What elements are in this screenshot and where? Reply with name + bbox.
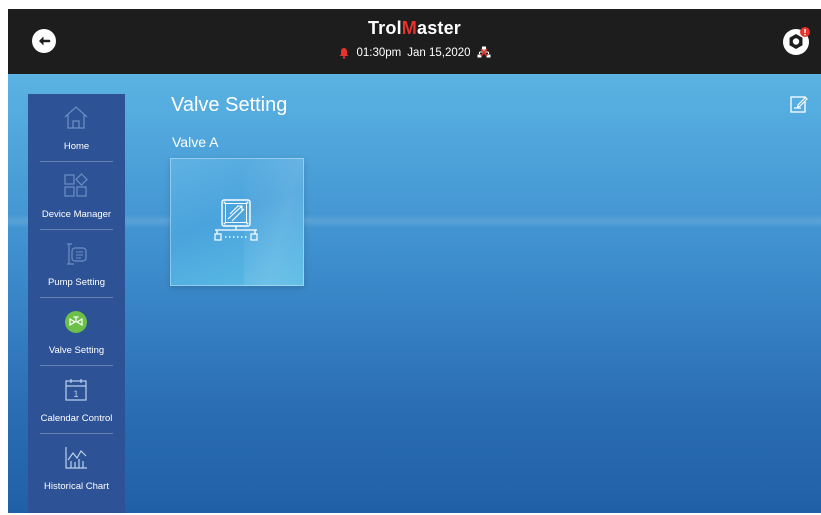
valve-a-card[interactable] xyxy=(170,158,304,286)
brand-m: M xyxy=(401,18,417,38)
calendar-day-number: 1 xyxy=(73,389,78,399)
device-manager-icon xyxy=(64,173,88,197)
pump-icon xyxy=(67,243,87,265)
current-time: 01:30pm xyxy=(356,46,402,59)
current-date: Jan 15,2020 xyxy=(407,46,471,59)
brand-logo: TrolMaster xyxy=(8,18,821,39)
app-frame: TrolMaster 01:30pm Jan 15,2020 Home Devi… xyxy=(8,9,821,513)
chart-icon xyxy=(65,447,87,469)
main-panel: Home Device Manager Pump Setting Valve S… xyxy=(8,74,821,513)
settings-button[interactable] xyxy=(781,26,811,56)
sidebar-item-label: Device Manager xyxy=(41,209,112,220)
sidebar-item-calendar-control[interactable]: 1 Calendar Control xyxy=(28,366,125,434)
page-title: Valve Setting xyxy=(171,94,288,116)
valve-device-icon xyxy=(214,199,258,241)
status-line: 01:30pm Jan 15,2020 xyxy=(8,46,821,59)
brand-suffix: aster xyxy=(416,18,462,38)
sidebar-item-pump-setting[interactable]: Pump Setting xyxy=(28,230,125,298)
edit-button[interactable] xyxy=(789,94,809,114)
background-glow xyxy=(8,214,821,228)
sidebar-item-home[interactable]: Home xyxy=(28,94,125,162)
sidebar-item-label: Historical Chart xyxy=(44,481,109,492)
alarm-bell-icon xyxy=(339,47,349,59)
sidebar: Home Device Manager Pump Setting Valve S… xyxy=(28,94,125,513)
sidebar-item-label: Valve Setting xyxy=(48,345,105,356)
valve-icon xyxy=(65,311,87,333)
brand-prefix: Trol xyxy=(367,18,402,38)
calendar-icon: 1 xyxy=(65,379,87,401)
top-bar: TrolMaster 01:30pm Jan 15,2020 xyxy=(8,9,821,74)
network-disconnected-icon xyxy=(477,46,491,58)
home-icon xyxy=(64,106,88,129)
sidebar-item-label: Calendar Control xyxy=(40,413,113,424)
sidebar-item-valve-setting[interactable]: Valve Setting xyxy=(28,298,125,366)
sidebar-item-label: Home xyxy=(63,141,90,152)
sidebar-item-historical-chart[interactable]: Historical Chart xyxy=(28,434,125,502)
section-label: Valve A xyxy=(172,134,219,150)
sidebar-item-device-manager[interactable]: Device Manager xyxy=(28,162,125,230)
sidebar-item-label: Pump Setting xyxy=(47,277,106,288)
